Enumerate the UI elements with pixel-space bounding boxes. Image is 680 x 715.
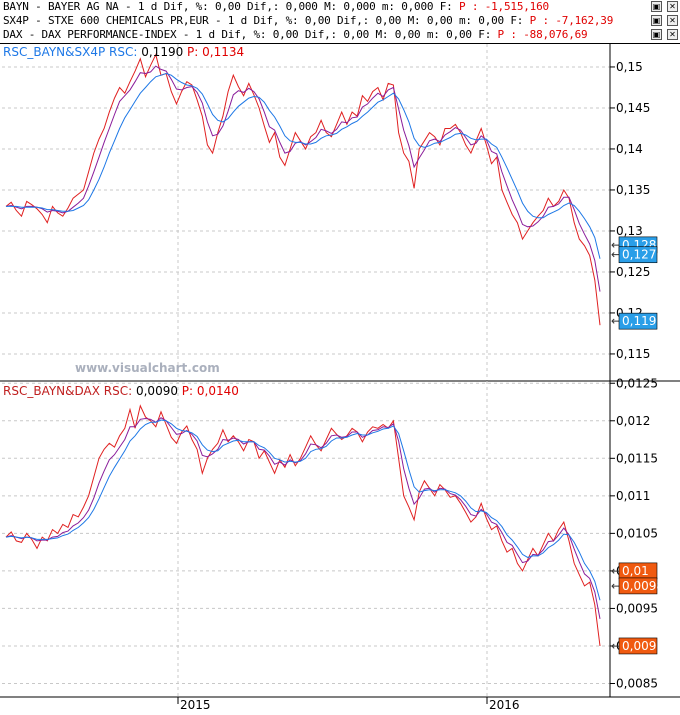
- header-bayn-price: P : -1,515,160: [459, 0, 549, 13]
- restore-icon[interactable]: ▣: [651, 29, 662, 40]
- y-tick-label: 0,13: [616, 224, 643, 238]
- y-tick-label: 0,0085: [616, 676, 658, 690]
- series-ma_fast: [5, 65, 601, 292]
- panel-last-value: 0,0090: [136, 384, 182, 398]
- value-badge-label: 0,127: [622, 248, 656, 262]
- y-tick-label: 0,14: [616, 142, 643, 156]
- value-badge-label: 0,119: [622, 314, 656, 328]
- header-bayn: BAYN - BAYER AG NA - 1 d Dif, %: 0,00 Di…: [0, 0, 680, 15]
- y-tick-label: 0,0095: [616, 601, 658, 615]
- y-tick-label: 0,125: [616, 265, 650, 279]
- y-tick-label: 0,115: [616, 347, 650, 361]
- y-tick-label: 0,0125: [616, 376, 658, 390]
- close-icon[interactable]: ✕: [667, 29, 678, 40]
- y-tick-label: 0,0115: [616, 451, 658, 465]
- x-axis-label: 2015: [180, 698, 211, 712]
- y-tick-label: 0,15: [616, 60, 643, 74]
- series-price: [5, 404, 601, 647]
- y-tick-label: 0,0105: [616, 526, 658, 540]
- panel-p-value: P: 0,1134: [187, 45, 244, 59]
- panel-title-label: RSC_BAYN&DAX RSC:: [3, 384, 136, 398]
- x-axis-label: 2016: [489, 698, 520, 712]
- panel-p-value: P: 0,0140: [182, 384, 239, 398]
- y-tick-label: 0,012: [616, 414, 650, 428]
- header-dax: DAX - DAX PERFORMANCE-INDEX - 1 d Dif, %…: [0, 28, 680, 44]
- restore-icon[interactable]: ▣: [651, 15, 662, 26]
- chart-area[interactable]: 0,150,1450,140,1350,130,1250,120,115RSC_…: [0, 44, 680, 715]
- header-dax-text: DAX - DAX PERFORMANCE-INDEX - 1 d Dif, %…: [3, 28, 498, 41]
- y-tick-label: 0,011: [616, 489, 650, 503]
- restore-icon[interactable]: ▣: [651, 1, 662, 12]
- header-sx4p-text: SX4P - STXE 600 CHEMICALS PR,EUR - 1 d D…: [3, 14, 530, 27]
- watermark: www.visualchart.com: [75, 361, 220, 375]
- series-ma_fast: [5, 417, 601, 619]
- y-tick-label: 0,145: [616, 101, 650, 115]
- y-tick-label: 0,135: [616, 183, 650, 197]
- header-dax-price: P : -88,076,69: [497, 28, 588, 41]
- value-badge-label: 0,009: [622, 639, 656, 653]
- header-sx4p-price: P : -7,162,39: [529, 14, 614, 27]
- value-badge-label: 0,0098: [622, 579, 664, 593]
- header-sx4p: SX4P - STXE 600 CHEMICALS PR,EUR - 1 d D…: [0, 14, 680, 29]
- panel-title: RSC_BAYN&DAX RSC: 0,0090 P: 0,0140: [3, 384, 239, 398]
- header-bayn-text: BAYN - BAYER AG NA - 1 d Dif, %: 0,00 Di…: [3, 0, 460, 13]
- series-ma_slow: [5, 419, 601, 601]
- panel-title: RSC_BAYN&SX4P RSC: 0,1190 P: 0,1134: [3, 45, 244, 59]
- panel-title-label: RSC_BAYN&SX4P RSC:: [3, 45, 141, 59]
- close-icon[interactable]: ✕: [667, 15, 678, 26]
- panel-last-value: 0,1190: [141, 45, 187, 59]
- value-badge-label: 0,01: [622, 564, 649, 578]
- close-icon[interactable]: ✕: [667, 1, 678, 12]
